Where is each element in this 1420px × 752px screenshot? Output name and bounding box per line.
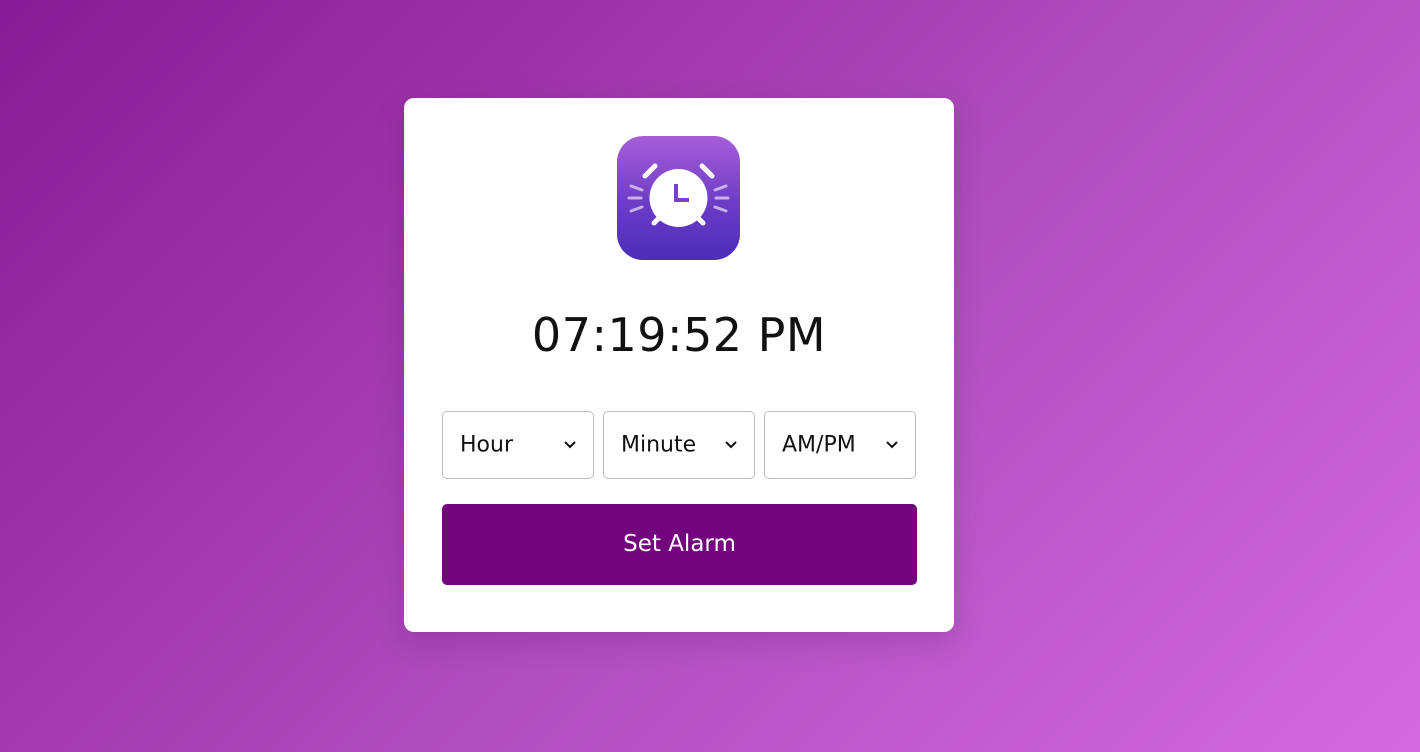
current-time: 07:19:52 PM — [531, 308, 827, 362]
alarm-clock-icon — [617, 136, 740, 260]
ampm-select-value: AM/PM — [782, 432, 856, 458]
hour-select[interactable]: Hour — [442, 411, 594, 479]
hour-select-value: Hour — [460, 432, 513, 458]
minute-select-value: Minute — [621, 432, 697, 458]
chevron-down-icon — [886, 441, 898, 449]
ampm-select[interactable]: AM/PM — [764, 411, 916, 479]
alarm-time-selects: Hour Minute AM/PM — [442, 411, 916, 479]
chevron-down-icon — [725, 441, 737, 449]
set-alarm-button[interactable]: Set Alarm — [442, 504, 917, 585]
chevron-down-icon — [564, 441, 576, 449]
alarm-card: 07:19:52 PM Hour Minute AM/PM Set Alarm — [404, 98, 954, 632]
minute-select[interactable]: Minute — [603, 411, 755, 479]
